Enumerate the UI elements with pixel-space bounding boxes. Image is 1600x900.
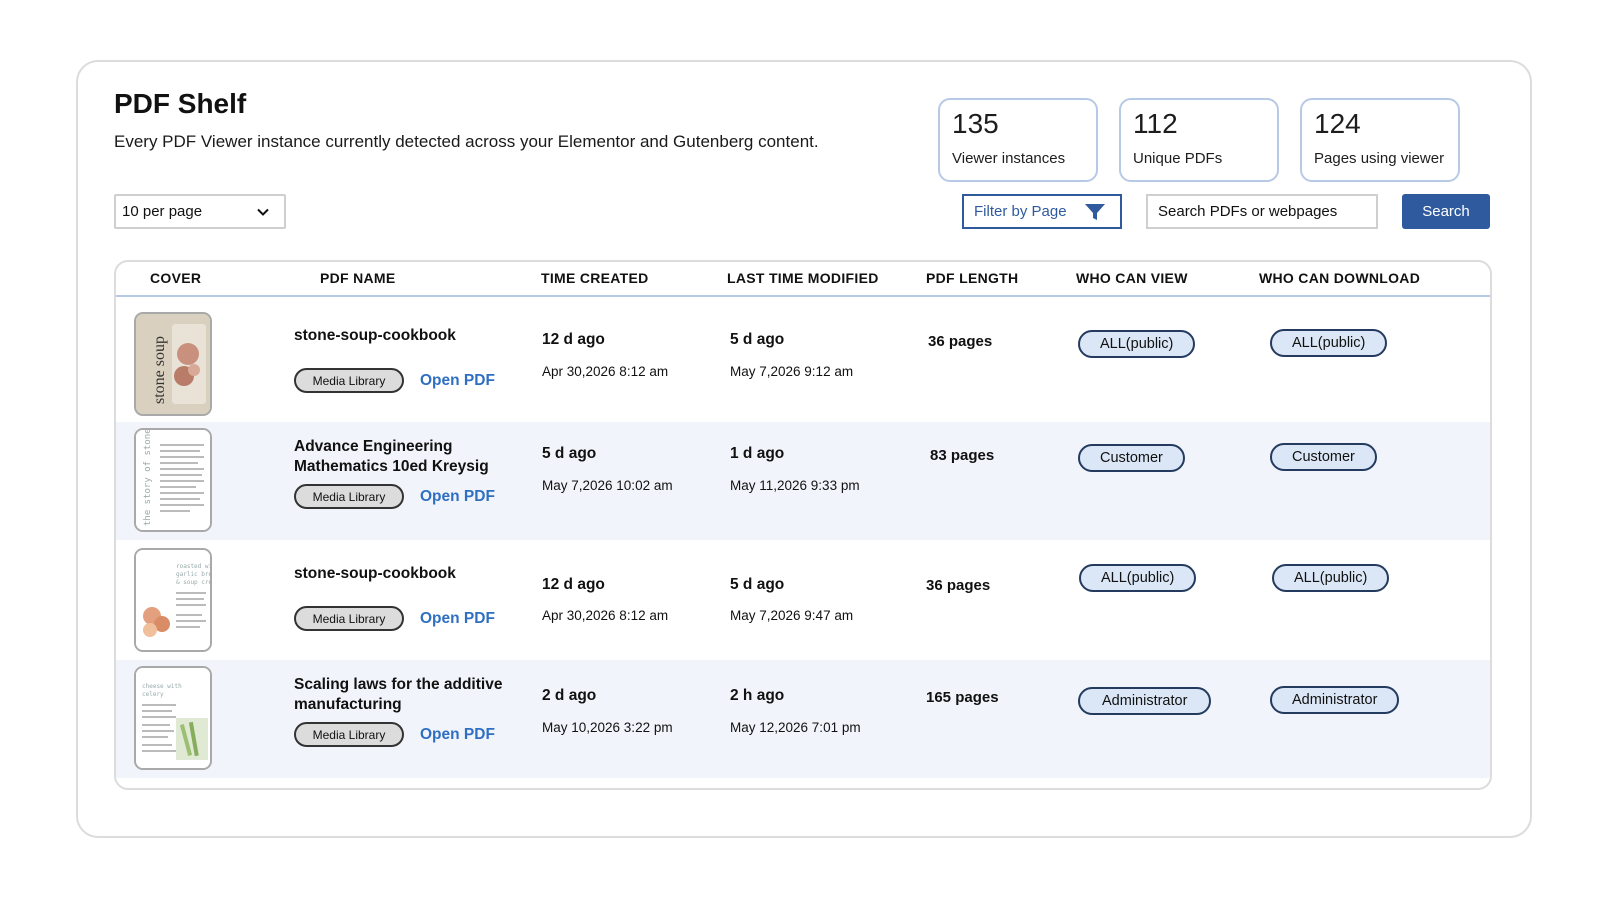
modified-date: May 12,2026 7:01 pm	[730, 720, 861, 735]
modified-date: May 7,2026 9:12 am	[730, 364, 854, 379]
stat-unique-pdfs: 112 Unique PDFs	[1119, 98, 1279, 182]
media-library-button[interactable]: Media Library	[294, 368, 404, 393]
who-can-view-badge[interactable]: Customer	[1078, 444, 1185, 472]
media-library-button[interactable]: Media Library	[294, 722, 404, 747]
table-row: the story of stone soup Advance Engineer…	[116, 422, 1490, 540]
open-pdf-link[interactable]: Open PDF	[420, 726, 495, 744]
search-button[interactable]: Search	[1402, 194, 1490, 229]
stat-value: 135	[952, 108, 999, 139]
header-who-can-view: WHO CAN VIEW	[1076, 270, 1188, 286]
stone-soup-cover-art: stone soup	[136, 314, 210, 414]
time-created-date: May 10,2026 3:22 pm	[542, 720, 673, 735]
filter-label: Filter by Page	[974, 203, 1067, 220]
who-can-download-badge[interactable]: Customer	[1270, 443, 1377, 471]
stat-label: Viewer instances	[952, 150, 1066, 167]
modified-relative: 5 d ago	[730, 576, 785, 593]
header-who-can-download: WHO CAN DOWNLOAD	[1259, 270, 1421, 286]
page-title: PDF Shelf	[114, 88, 247, 119]
modified-date: May 7,2026 9:47 am	[730, 608, 854, 623]
svg-text:the story of stone soup: the story of stone soup	[143, 430, 153, 526]
media-library-button[interactable]: Media Library	[294, 606, 404, 631]
open-pdf-link[interactable]: Open PDF	[420, 372, 495, 390]
header-pdf-name: PDF NAME	[320, 270, 396, 286]
who-can-view-badge[interactable]: ALL(public)	[1079, 564, 1197, 592]
pdf-name: stone-soup-cookbook	[294, 565, 456, 582]
stat-pages-using-viewer: 124 Pages using viewer	[1300, 98, 1460, 182]
page-subtitle: Every PDF Viewer instance currently dete…	[114, 132, 819, 151]
who-can-download-badge[interactable]: ALL(public)	[1272, 564, 1390, 592]
pdf-length: 83 pages	[930, 447, 995, 464]
modified-relative: 2 h ago	[730, 687, 785, 704]
svg-text:celery: celery	[142, 691, 164, 698]
header-time-created: TIME CREATED	[541, 270, 649, 286]
time-created-date: May 7,2026 10:02 am	[542, 478, 673, 493]
filter-by-page-button[interactable]: Filter by Page	[962, 194, 1122, 229]
text-page-cover-art: the story of stone soup	[136, 430, 210, 530]
table-row: cheese with celery Scaling laws for the …	[116, 660, 1490, 778]
who-can-view-badge[interactable]: Administrator	[1078, 687, 1212, 715]
time-created-relative: 12 d ago	[542, 331, 605, 348]
pdf-length: 165 pages	[926, 689, 999, 706]
stone-soup-cover-icon[interactable]: stone soup	[134, 312, 212, 416]
header-pdf-length: PDF LENGTH	[926, 270, 1019, 286]
pdf-length: 36 pages	[928, 333, 993, 350]
modified-relative: 1 d ago	[730, 445, 785, 462]
table-row: stone soup stone-soup-cookbook Media Lib…	[116, 302, 1490, 420]
media-library-button[interactable]: Media Library	[294, 484, 404, 509]
table-header: COVER PDF NAME TIME CREATED LAST TIME MO…	[116, 262, 1490, 297]
modified-date: May 11,2026 9:33 pm	[730, 478, 860, 493]
stat-viewer-instances: 135 Viewer instances	[938, 98, 1098, 182]
open-pdf-link[interactable]: Open PDF	[420, 610, 495, 628]
per-page-value: 10 per page	[122, 203, 203, 220]
svg-text:roasted with: roasted with	[176, 563, 212, 570]
table-row: roasted with garlic bread & soup cream s…	[116, 540, 1490, 658]
stat-label: Pages using viewer	[1314, 150, 1445, 167]
header-cover: COVER	[150, 270, 202, 286]
text-page-cover-icon[interactable]: the story of stone soup	[134, 428, 212, 532]
time-created-date: Apr 30,2026 8:12 am	[542, 608, 669, 623]
stat-value: 124	[1314, 108, 1361, 139]
pdf-name: Advance Engineering Mathematics 10ed Kre…	[294, 438, 489, 475]
search-input[interactable]	[1146, 194, 1378, 229]
recipe-page-cover-art: roasted with garlic bread & soup cream	[136, 550, 212, 650]
open-pdf-link[interactable]: Open PDF	[420, 488, 495, 506]
modified-relative: 5 d ago	[730, 331, 785, 348]
funnel-icon	[1085, 203, 1105, 220]
chevron-down-icon	[257, 208, 269, 216]
stat-label: Unique PDFs	[1133, 150, 1223, 167]
header-last-time-modified: LAST TIME MODIFIED	[727, 270, 879, 286]
time-created-date: Apr 30,2026 8:12 am	[542, 364, 669, 379]
pdf-table: COVER PDF NAME TIME CREATED LAST TIME MO…	[114, 260, 1492, 790]
svg-text:cheese with: cheese with	[142, 683, 182, 690]
pdf-name: Scaling laws for the additive manufactur…	[294, 676, 503, 713]
time-created-relative: 2 d ago	[542, 687, 597, 704]
who-can-download-badge[interactable]: ALL(public)	[1270, 329, 1388, 357]
time-created-relative: 5 d ago	[542, 445, 597, 462]
recipe-page-cover-icon[interactable]: roasted with garlic bread & soup cream	[134, 548, 212, 652]
pdf-name: stone-soup-cookbook	[294, 327, 456, 344]
svg-text:& soup cream: & soup cream	[176, 579, 212, 586]
celery-page-cover-icon[interactable]: cheese with celery	[134, 666, 212, 770]
pdf-shelf-panel: PDF Shelf Every PDF Viewer instance curr…	[76, 60, 1532, 838]
svg-text:garlic bread: garlic bread	[176, 571, 212, 578]
svg-text:stone soup: stone soup	[151, 336, 168, 404]
per-page-select[interactable]: 10 per page	[114, 194, 286, 229]
who-can-download-badge[interactable]: Administrator	[1270, 686, 1400, 714]
celery-page-cover-art: cheese with celery	[136, 668, 210, 768]
pdf-length: 36 pages	[926, 577, 991, 594]
stat-value: 112	[1133, 108, 1178, 139]
who-can-view-badge[interactable]: ALL(public)	[1078, 330, 1196, 358]
time-created-relative: 12 d ago	[542, 576, 605, 593]
